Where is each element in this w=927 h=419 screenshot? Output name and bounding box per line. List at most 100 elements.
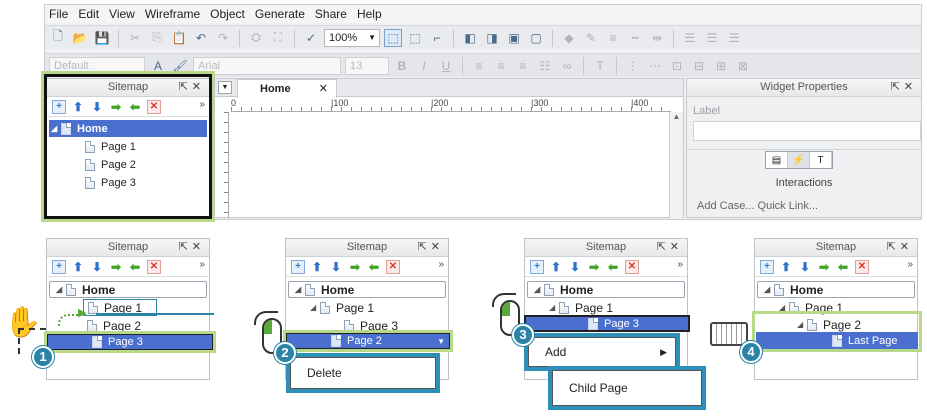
align-left-icon[interactable]: ☰: [681, 29, 699, 47]
undo-icon[interactable]: ↶: [192, 29, 210, 47]
menu-help[interactable]: Help: [357, 7, 382, 21]
arrow-style-icon[interactable]: ⇹: [648, 29, 666, 47]
selected-page-3-row[interactable]: Page 3: [524, 315, 690, 332]
open-folder-icon[interactable]: 📂: [71, 29, 89, 47]
vertical-scrollbar[interactable]: ▲: [669, 112, 683, 218]
delete-page-icon[interactable]: ✕: [855, 259, 869, 274]
line-weight-icon[interactable]: ≡: [604, 29, 622, 47]
send-backward-icon[interactable]: ◨: [483, 29, 501, 47]
position-icon[interactable]: ⊠: [734, 57, 752, 75]
edit-style-icon[interactable]: A: [149, 57, 167, 75]
lock-icon[interactable]: ⊡: [668, 57, 686, 75]
interactions-tab-icon[interactable]: ⚡: [788, 152, 810, 168]
save-icon[interactable]: 💾: [93, 29, 111, 47]
bring-forward-icon[interactable]: ◧: [461, 29, 479, 47]
move-up-icon[interactable]: ⬆: [71, 260, 85, 274]
child-page-menu-item[interactable]: Child Page: [569, 381, 628, 395]
add-page-icon[interactable]: +: [52, 259, 66, 274]
outdent-icon[interactable]: ⬅: [367, 260, 381, 274]
indent-icon[interactable]: ➡: [109, 260, 123, 274]
tree-node-page-2[interactable]: ◢ Page 2: [797, 316, 861, 333]
style-select[interactable]: Default: [49, 56, 145, 75]
tree-node-page-1[interactable]: ◢ Page 1: [310, 299, 374, 316]
interaction-links[interactable]: Add Case... Quick Link...: [697, 200, 818, 212]
tree-node-home[interactable]: ◢ Home: [288, 281, 446, 298]
distribute-icon[interactable]: ⋮: [624, 57, 642, 75]
more-options-icon[interactable]: »: [438, 259, 444, 270]
add-page-icon[interactable]: +: [291, 259, 305, 274]
delete-page-icon[interactable]: ✕: [625, 259, 639, 274]
fill-color-icon[interactable]: ◆: [560, 29, 578, 47]
align-center-icon[interactable]: ☰: [703, 29, 721, 47]
new-file-icon[interactable]: 🗋: [49, 29, 67, 47]
text-color-icon[interactable]: T: [591, 57, 609, 75]
indent-icon[interactable]: ➡: [587, 260, 601, 274]
distribute-horizontal-icon[interactable]: ⋯: [646, 57, 664, 75]
style-painter-icon[interactable]: 🖌: [171, 57, 189, 75]
arrange-icon[interactable]: ⊞: [712, 57, 730, 75]
close-tab-icon[interactable]: ✕: [319, 80, 328, 98]
underline-button[interactable]: U: [437, 57, 455, 75]
menu-wireframe[interactable]: Wireframe: [145, 7, 200, 21]
ungroup-icon[interactable]: ▢: [527, 29, 545, 47]
outdent-icon[interactable]: ⬅: [128, 260, 142, 274]
font-family-select[interactable]: Arial: [193, 56, 341, 75]
bullet-list-icon[interactable]: ☷: [536, 57, 554, 75]
annotations-tab-icon[interactable]: ▤: [766, 152, 788, 168]
more-options-icon[interactable]: »: [907, 259, 913, 270]
context-menu-add[interactable]: Add ▶: [528, 337, 676, 367]
text-align-center-icon[interactable]: ≡: [492, 57, 510, 75]
move-up-icon[interactable]: ⬆: [549, 260, 563, 274]
copy-icon[interactable]: ⎘: [148, 29, 166, 47]
group-icon[interactable]: ▣: [505, 29, 523, 47]
indent-icon[interactable]: ➡: [817, 260, 831, 274]
paint-bucket-icon[interactable]: ⛶: [269, 29, 287, 47]
tree-node-page-1[interactable]: ◢ Page 1: [549, 299, 613, 316]
menu-edit[interactable]: Edit: [78, 7, 99, 21]
indent-icon[interactable]: ➡: [348, 260, 362, 274]
submenu-child-page[interactable]: Child Page: [552, 370, 702, 406]
move-down-icon[interactable]: ⬇: [798, 260, 812, 274]
delete-page-icon[interactable]: ✕: [386, 259, 400, 274]
outdent-icon[interactable]: ⬅: [836, 260, 850, 274]
add-page-icon[interactable]: +: [760, 259, 774, 274]
add-menu-item[interactable]: Add: [545, 345, 566, 359]
italic-button[interactable]: I: [415, 57, 433, 75]
line-style-icon[interactable]: ┅: [626, 29, 644, 47]
move-up-icon[interactable]: ⬆: [310, 260, 324, 274]
tab-home[interactable]: Home ✕: [237, 79, 337, 98]
zoom-select[interactable]: 100% ▼: [324, 28, 380, 47]
menu-object[interactable]: Object: [210, 7, 245, 21]
menu-share[interactable]: Share: [315, 7, 347, 21]
format-painter-icon[interactable]: ⛭: [247, 29, 265, 47]
menu-generate[interactable]: Generate: [255, 7, 305, 21]
tree-node-home[interactable]: ◢ Home: [49, 281, 207, 298]
tree-node-home[interactable]: ◢ Home: [757, 281, 915, 298]
menu-view[interactable]: View: [109, 7, 135, 21]
select-intersect-icon[interactable]: ⬚: [384, 28, 402, 47]
spellcheck-icon[interactable]: ✓: [302, 29, 320, 47]
paste-icon[interactable]: 📋: [170, 29, 188, 47]
menu-file[interactable]: File: [49, 7, 68, 21]
order-icon[interactable]: ⊟: [690, 57, 708, 75]
redo-icon[interactable]: ↷: [214, 29, 232, 47]
outdent-icon[interactable]: ⬅: [606, 260, 620, 274]
line-color-icon[interactable]: ✎: [582, 29, 600, 47]
design-canvas[interactable]: ▼ Home ✕ 0 |100 |200 |300 |400 ▲: [214, 78, 684, 218]
more-options-icon[interactable]: »: [677, 259, 683, 270]
tab-list-dropdown-icon[interactable]: ▼: [218, 81, 232, 94]
connector-icon[interactable]: ⌐: [428, 29, 446, 47]
move-up-icon[interactable]: ⬆: [779, 260, 793, 274]
bold-button[interactable]: B: [393, 57, 411, 75]
align-right-icon[interactable]: ☰: [725, 29, 743, 47]
move-down-icon[interactable]: ⬇: [90, 260, 104, 274]
cut-icon[interactable]: ✂: [126, 29, 144, 47]
label-input[interactable]: [693, 121, 921, 141]
font-size-select[interactable]: 13: [345, 56, 389, 75]
text-align-right-icon[interactable]: ≡: [514, 57, 532, 75]
link-icon[interactable]: ∞: [558, 57, 576, 75]
select-contained-icon[interactable]: ⬚: [406, 29, 424, 47]
style-tab-icon[interactable]: T: [810, 152, 832, 168]
tree-node-home[interactable]: ◢ Home: [527, 281, 685, 298]
move-down-icon[interactable]: ⬇: [329, 260, 343, 274]
